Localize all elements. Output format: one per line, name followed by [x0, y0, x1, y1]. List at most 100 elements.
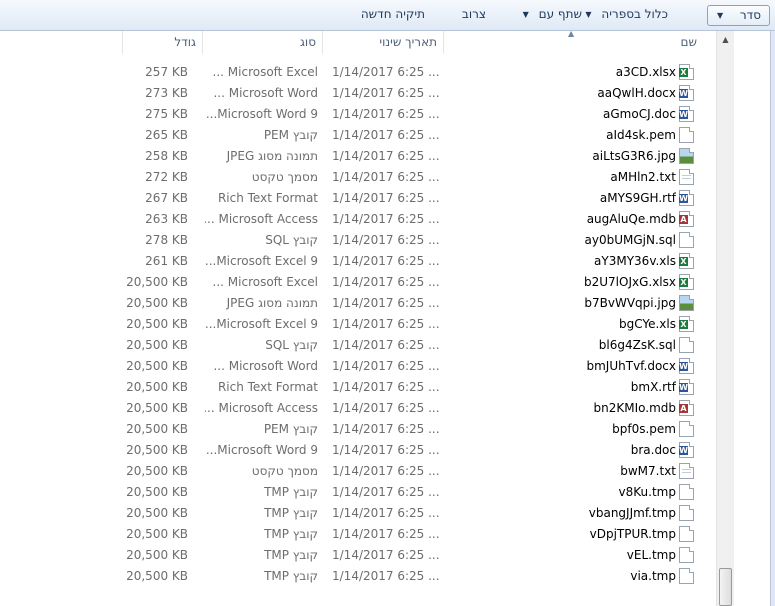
file-type: Microsoft Excel 9... — [205, 254, 318, 268]
file-name: ay0bUMGjN.sql — [584, 233, 676, 247]
file-row[interactable]: bl6g4ZsK.sql 1/14/2017 6:25 ... קובץ SQL 20… — [0, 335, 716, 356]
file-row[interactable]: bwM7.txt 1/14/2017 6:25 ... מסמך טקסט 20,50… — [0, 461, 716, 482]
file-date-modified: 1/14/2017 6:25 ... — [332, 170, 440, 184]
file-name: via.tmp — [630, 569, 676, 583]
file-date-modified: 1/14/2017 6:25 ... — [332, 485, 440, 499]
file-size: 20,500 KB — [126, 380, 188, 394]
column-header-name[interactable]: שם — [443, 31, 707, 54]
file-date-modified: 1/14/2017 6:25 ... — [332, 65, 440, 79]
scrollbar-thumb[interactable] — [719, 568, 732, 606]
image-icon — [679, 148, 696, 165]
burn-button[interactable]: צרוב — [456, 5, 492, 26]
scroll-up-arrow-icon[interactable]: ▲ — [717, 31, 734, 48]
file-row[interactable]: WaMYS9GH.rtf 1/14/2017 6:25 ... Rich Text … — [0, 188, 716, 209]
blank-file-icon — [679, 505, 696, 522]
chevron-down-icon: ▼ — [522, 10, 529, 19]
file-row[interactable]: vDpjTPUR.tmp 1/14/2017 6:25 ... קובץ TMP 20… — [0, 524, 716, 545]
command-toolbar: סדר ▼ כלול בספריה ▼ שתף עם ▼ צרוב תיקיה … — [0, 0, 775, 31]
share-with-button[interactable]: שתף עם ▼ — [517, 5, 588, 26]
file-type: קובץ TMP — [264, 506, 318, 520]
file-row[interactable]: bpf0s.pem 1/14/2017 6:25 ... קובץ PEM 20,50… — [0, 419, 716, 440]
file-size: 20,500 KB — [126, 296, 188, 310]
file-row[interactable]: aId4sk.pem 1/14/2017 6:25 ... קובץ PEM 265 … — [0, 125, 716, 146]
file-row[interactable]: aMHln2.txt 1/14/2017 6:25 ... מסמך טקסט 272… — [0, 167, 716, 188]
file-name: a3CD.xlsx — [615, 65, 676, 79]
file-type: קובץ TMP — [264, 548, 318, 562]
new-folder-button[interactable]: תיקיה חדשה — [355, 5, 431, 26]
file-date-modified: 1/14/2017 6:25 ... — [332, 422, 440, 436]
file-row[interactable]: WaaQwlH.docx 1/14/2017 6:25 ... Microsoft … — [0, 83, 716, 104]
excel-icon: X — [679, 316, 696, 333]
file-date-modified: 1/14/2017 6:25 ... — [332, 275, 440, 289]
file-row[interactable]: b7BvWVqpi.jpg 1/14/2017 6:25 ... תמונה מסו… — [0, 293, 716, 314]
blank-file-icon — [679, 547, 696, 564]
text-file-icon — [679, 463, 696, 480]
access-icon: A — [679, 211, 696, 228]
window-edge — [770, 31, 775, 606]
file-size: 20,500 KB — [126, 359, 188, 373]
file-row[interactable]: aiLtsG3R6.jpg 1/14/2017 6:25 ... תמונה מסו… — [0, 146, 716, 167]
file-type: Microsoft Access ... — [205, 401, 318, 415]
column-header-date-modified[interactable]: תאריך שינוי — [322, 31, 443, 54]
excel-icon: X — [679, 253, 696, 270]
word-icon: W — [679, 106, 696, 123]
file-row[interactable]: Abn2KMIo.mdb 1/14/2017 6:25 ... Microsoft … — [0, 398, 716, 419]
file-date-modified: 1/14/2017 6:25 ... — [332, 401, 440, 415]
vertical-scrollbar[interactable]: ▲ — [716, 31, 734, 606]
file-row[interactable]: WbmJUhTvf.docx 1/14/2017 6:25 ... Microsof… — [0, 356, 716, 377]
file-size: 20,500 KB — [126, 506, 188, 520]
file-row[interactable]: vEL.tmp 1/14/2017 6:25 ... קובץ TMP 20,500 … — [0, 545, 716, 566]
file-size: 278 KB — [145, 233, 188, 247]
column-header-size[interactable]: גודל — [122, 31, 202, 54]
file-row[interactable]: Xa3CD.xlsx 1/14/2017 6:25 ... Microsoft Ex… — [0, 62, 716, 83]
file-row[interactable]: XbgCYe.xls 1/14/2017 6:25 ... Microsoft Ex… — [0, 314, 716, 335]
file-date-modified: 1/14/2017 6:25 ... — [332, 212, 440, 226]
include-in-library-button[interactable]: כלול בספריה ▼ — [579, 5, 674, 26]
file-type: Rich Text Format — [217, 191, 318, 205]
file-size: 265 KB — [145, 128, 188, 142]
excel-icon: X — [679, 274, 696, 291]
file-name: b2U7lOJxG.xlsx — [584, 275, 676, 289]
word-icon: W — [679, 442, 696, 459]
file-row[interactable]: AaugAluQe.mdb 1/14/2017 6:25 ... Microsoft… — [0, 209, 716, 230]
organize-button[interactable]: סדר ▼ — [707, 5, 770, 26]
file-row[interactable]: XaY3MY36v.xls 1/14/2017 6:25 ... Microsoft… — [0, 251, 716, 272]
column-size-label: גודל — [174, 35, 196, 49]
column-header-type[interactable]: סוג — [202, 31, 322, 54]
file-size: 257 KB — [145, 65, 188, 79]
file-type: תמונה מסוג JPEG — [226, 296, 318, 310]
file-row[interactable]: via.tmp 1/14/2017 6:25 ... קובץ TMP 20,500 … — [0, 566, 716, 587]
file-name: bn2KMIo.mdb — [593, 401, 677, 415]
file-name: aiLtsG3R6.jpg — [592, 149, 676, 163]
file-row[interactable]: v8Ku.tmp 1/14/2017 6:25 ... קובץ TMP 20,500… — [0, 482, 716, 503]
column-type-label: סוג — [299, 35, 316, 49]
file-type: קובץ SQL — [265, 338, 318, 352]
file-date-modified: 1/14/2017 6:25 ... — [332, 149, 440, 163]
file-size: 20,500 KB — [126, 422, 188, 436]
file-row[interactable]: vbangJJmf.tmp 1/14/2017 6:25 ... קובץ TMP 2… — [0, 503, 716, 524]
file-size: 20,500 KB — [126, 527, 188, 541]
sort-ascending-icon: ▲ — [568, 29, 575, 38]
blank-file-icon — [679, 484, 696, 501]
file-name: aY3MY36v.xls — [594, 254, 676, 268]
file-row[interactable]: Wbra.doc 1/14/2017 6:25 ... Microsoft Word… — [0, 440, 716, 461]
file-date-modified: 1/14/2017 6:25 ... — [332, 338, 440, 352]
blank-file-icon — [679, 127, 696, 144]
column-header-bar: שם ▲ תאריך שינוי סוג גודל — [0, 29, 716, 54]
file-type: Microsoft Word 9... — [205, 107, 318, 121]
file-row[interactable]: Xb2U7lOJxG.xlsx 1/14/2017 6:25 ... Microso… — [0, 272, 716, 293]
file-row[interactable]: WbmX.rtf 1/14/2017 6:25 ... Rich Text Form… — [0, 377, 716, 398]
file-date-modified: 1/14/2017 6:25 ... — [332, 191, 440, 205]
file-row[interactable]: WaGmoCJ.doc 1/14/2017 6:25 ... Microsoft W… — [0, 104, 716, 125]
file-size: 261 KB — [145, 254, 188, 268]
file-date-modified: 1/14/2017 6:25 ... — [332, 464, 440, 478]
file-date-modified: 1/14/2017 6:25 ... — [332, 569, 440, 583]
word-icon: W — [679, 85, 696, 102]
column-name-label: שם — [680, 35, 697, 49]
file-row[interactable]: ay0bUMGjN.sql 1/14/2017 6:25 ... קובץ SQL 2… — [0, 230, 716, 251]
file-type: Microsoft Excel ... — [212, 275, 318, 289]
file-type: מסמך טקסט — [251, 464, 318, 478]
file-type: Microsoft Word ... — [213, 86, 318, 100]
file-date-modified: 1/14/2017 6:25 ... — [332, 548, 440, 562]
file-date-modified: 1/14/2017 6:25 ... — [332, 296, 440, 310]
